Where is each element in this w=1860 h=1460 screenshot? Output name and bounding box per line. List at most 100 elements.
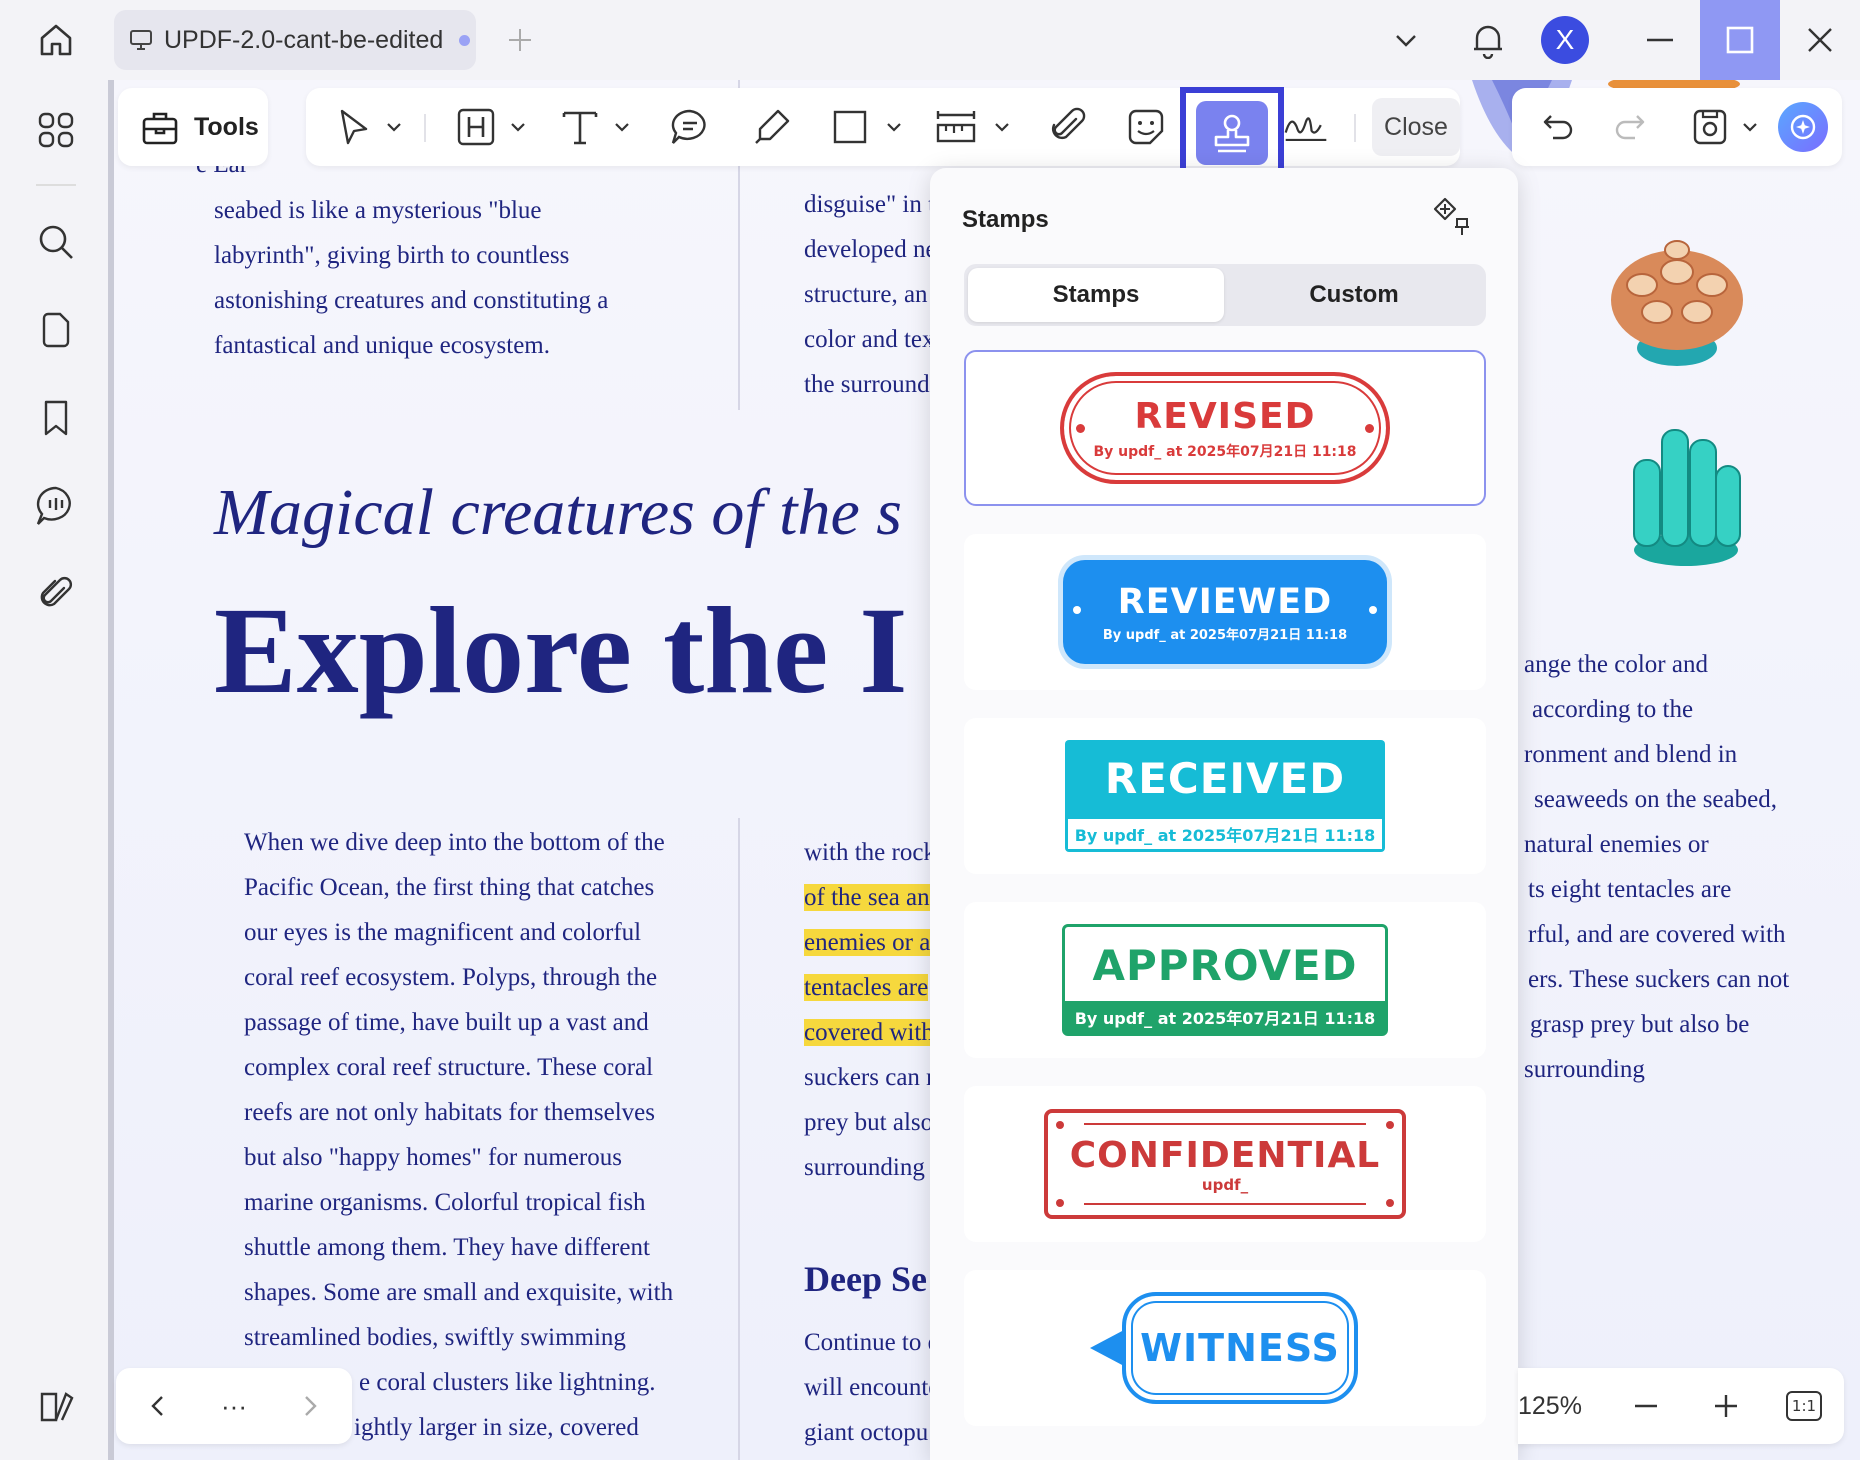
stamp-dot xyxy=(1056,1121,1064,1129)
home-icon[interactable] xyxy=(28,16,84,64)
chevron-down-icon[interactable] xyxy=(384,117,404,137)
stamp-confidential: CONFIDENTIAL updf_ xyxy=(1044,1109,1406,1219)
highlighter-icon[interactable] xyxy=(748,103,796,151)
coral-fan-image xyxy=(1611,240,1743,366)
title-bar: UPDF-2.0-cant-be-edited X xyxy=(0,0,1860,80)
ai-assistant-icon[interactable] xyxy=(1778,102,1828,152)
more-pages-button[interactable]: ··· xyxy=(212,1384,256,1428)
stamp-dot xyxy=(1386,1199,1394,1207)
col2-body-text: with the rock of the sea an enemies or a… xyxy=(804,839,936,1181)
tools-label: Tools xyxy=(194,112,259,141)
save-icon[interactable] xyxy=(1686,103,1734,151)
stamp-approved: APPROVED By updf_ at 2025年07月21日 11:18 xyxy=(1062,924,1388,1036)
stamp-icon xyxy=(1196,101,1268,165)
comments-icon[interactable] xyxy=(30,480,82,532)
stamp-subtitle: By updf_ at 2025年07月21日 11:18 xyxy=(1102,627,1348,643)
chevron-down-icon[interactable] xyxy=(884,117,904,137)
stamp-dot xyxy=(1369,606,1377,614)
add-pin-icon[interactable] xyxy=(1428,192,1478,242)
tab-stamps[interactable]: Stamps xyxy=(968,268,1224,322)
stamp-label: REVISED xyxy=(1134,395,1316,437)
rectangle-icon[interactable] xyxy=(826,103,874,151)
sticker-icon[interactable] xyxy=(1122,103,1170,151)
text-icon[interactable] xyxy=(556,103,604,151)
close-window-icon[interactable] xyxy=(1800,0,1840,80)
minimize-icon[interactable] xyxy=(1640,0,1680,80)
stamp-subtitle: updf_ xyxy=(1201,1175,1249,1194)
stamp-label: RECEIVED xyxy=(1104,753,1346,803)
attachment-icon[interactable] xyxy=(30,568,82,620)
section-heading: Deep Se xyxy=(804,1259,927,1299)
zoom-level[interactable]: 125% xyxy=(1518,1392,1582,1421)
stamp-label: APPROVED xyxy=(1092,940,1358,990)
stamp-label: CONFIDENTIAL xyxy=(1069,1134,1381,1176)
thumbnails-icon[interactable] xyxy=(30,104,82,156)
col2-bottom-text: Continue to e will encounte giant octopu xyxy=(804,1329,940,1446)
stamp-card-received[interactable]: RECEIVED By updf_ at 2025年07月21日 11:18 xyxy=(964,718,1486,874)
actual-size-label: 1:1 xyxy=(1786,1391,1822,1421)
redo-icon[interactable] xyxy=(1606,103,1654,151)
stamp-subtitle: By updf_ at 2025年07月21日 11:18 xyxy=(1093,443,1357,460)
ruler-icon[interactable] xyxy=(932,103,980,151)
chevron-left-icon xyxy=(151,1396,163,1416)
undo-icon[interactable] xyxy=(1534,103,1582,151)
subheading: Magical creatures of the s xyxy=(214,476,902,549)
col1-body-text: When we dive deep into the bottom of the… xyxy=(244,829,674,1441)
coral-tube-image xyxy=(1633,429,1741,566)
stamp-dot xyxy=(1056,1199,1064,1207)
unsaved-dot xyxy=(459,34,471,46)
close-tool-button[interactable]: Close xyxy=(1372,98,1460,156)
stamp-subtitle: By updf_ at 2025年07月21日 11:18 xyxy=(1074,826,1376,845)
panel-title: Stamps xyxy=(962,206,1049,233)
stamp-card-confidential[interactable]: CONFIDENTIAL updf_ xyxy=(964,1086,1486,1242)
tools-button[interactable]: Tools xyxy=(118,88,268,166)
actual-size-button[interactable]: 1:1 xyxy=(1782,1384,1826,1428)
avatar[interactable]: X xyxy=(1541,16,1589,64)
prev-page-button[interactable] xyxy=(136,1384,180,1428)
stamp-card-approved[interactable]: APPROVED By updf_ at 2025年07月21日 11:18 xyxy=(964,902,1486,1058)
stamp-card-revised[interactable]: REVISED By updf_ at 2025年07月21日 11:18 xyxy=(964,350,1486,506)
chevron-down-icon[interactable] xyxy=(508,117,528,137)
stamp-reviewed: REVIEWED By updf_ at 2025年07月21日 11:18 xyxy=(1063,560,1387,664)
bookmark-icon[interactable] xyxy=(30,392,82,444)
stamp-received: RECEIVED By updf_ at 2025年07月21日 11:18 xyxy=(1065,740,1385,852)
next-page-button[interactable] xyxy=(288,1384,332,1428)
signature-icon[interactable] xyxy=(1282,103,1330,151)
left-sidebar xyxy=(0,80,108,1460)
stamp-revised: REVISED By updf_ at 2025年07月21日 11:18 xyxy=(1060,372,1390,484)
tab-title: UPDF-2.0-cant-be-edited xyxy=(164,25,444,54)
zoom-in-icon[interactable] xyxy=(1704,1384,1748,1428)
stamp-card-reviewed[interactable]: REVIEWED By updf_ at 2025年07月21日 11:18 xyxy=(964,534,1486,690)
chevron-down-icon[interactable] xyxy=(1740,117,1760,137)
document-tab[interactable]: UPDF-2.0-cant-be-edited xyxy=(114,10,476,70)
chevron-down-icon[interactable] xyxy=(612,117,632,137)
theme-icon[interactable] xyxy=(30,1380,82,1432)
zoom-out-icon[interactable] xyxy=(1624,1384,1668,1428)
search-icon[interactable] xyxy=(30,216,82,268)
column-rule xyxy=(738,818,740,1460)
page-navigator: ··· xyxy=(116,1368,352,1444)
stamp-subtitle: By updf_ at 2025年07月21日 11:18 xyxy=(1074,1009,1376,1028)
stamp-dot xyxy=(1365,424,1374,433)
sidebar-divider xyxy=(36,184,76,186)
bell-icon[interactable] xyxy=(1464,0,1512,80)
comment-icon[interactable] xyxy=(666,103,714,151)
stamp-label: REVIEWED xyxy=(1117,581,1333,622)
cursor-icon[interactable] xyxy=(330,103,378,151)
chevron-down-icon[interactable] xyxy=(992,117,1012,137)
stamp-arrow xyxy=(1090,1330,1124,1366)
page-icon[interactable] xyxy=(30,304,82,356)
segmented-control: Stamps Custom xyxy=(964,264,1486,326)
heading-icon[interactable] xyxy=(452,103,500,151)
col3-body-text: ange the color and according to the ronm… xyxy=(1524,651,1790,1083)
chevron-down-icon[interactable] xyxy=(1386,0,1426,80)
stamps-panel: Stamps Stamps Custom REVISED By updf_ at… xyxy=(930,168,1518,1460)
stamp-dot xyxy=(1386,1121,1394,1129)
toolbar-divider xyxy=(1354,114,1356,142)
tab-custom[interactable]: Custom xyxy=(1226,268,1482,322)
plus-icon[interactable] xyxy=(500,20,540,60)
paperclip-icon[interactable] xyxy=(1044,103,1092,151)
maximize-icon[interactable] xyxy=(1700,0,1780,80)
col2-top-text: disguise" in t developed ne structure, a… xyxy=(804,191,937,398)
stamp-card-witness[interactable]: WITNESS xyxy=(964,1270,1486,1426)
